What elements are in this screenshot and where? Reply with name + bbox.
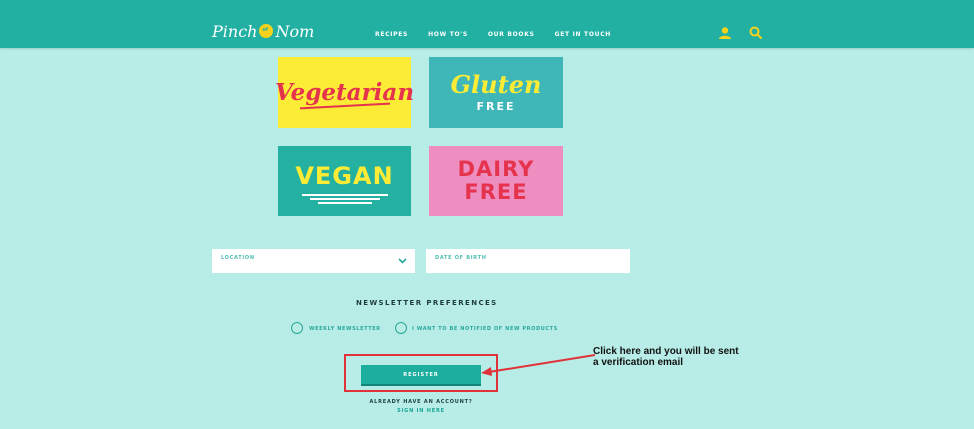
annotation-arrow bbox=[481, 354, 596, 376]
user-icon[interactable] bbox=[718, 26, 732, 40]
logo-mark-text: of bbox=[262, 27, 269, 33]
tile-dairy-line1: DAIRY bbox=[457, 157, 535, 181]
logo[interactable]: Pinch of Nom bbox=[212, 22, 314, 42]
chevron-down-icon[interactable] bbox=[398, 258, 407, 264]
tile-vegetarian-label: Vegetarian bbox=[274, 78, 415, 106]
dob-label: DATE OF BIRTH bbox=[435, 255, 487, 261]
weekly-newsletter-radio[interactable] bbox=[291, 322, 303, 334]
weekly-newsletter-label[interactable]: WEEKLY NEWSLETTER bbox=[309, 326, 381, 333]
search-icon[interactable] bbox=[749, 26, 762, 39]
nav-how-tos[interactable]: HOW TO'S bbox=[428, 31, 468, 39]
annotation-highlight-box bbox=[344, 354, 498, 392]
logo-text-right: Nom bbox=[275, 22, 315, 41]
location-select[interactable]: LOCATION bbox=[212, 249, 415, 273]
tile-vegan[interactable]: VEGAN bbox=[278, 146, 411, 216]
annotation-line-1: Click here and you will be sent bbox=[593, 346, 739, 357]
new-products-label[interactable]: I WANT TO BE NOTIFIED OF NEW PRODUCTS bbox=[412, 326, 558, 333]
tile-dairy-free[interactable]: DAIRY FREE bbox=[429, 146, 563, 216]
newsletter-title: NEWSLETTER PREFERENCES bbox=[356, 299, 498, 307]
tile-dairy-line2: FREE bbox=[464, 180, 528, 204]
main-nav: RECIPES HOW TO'S OUR BOOKS GET IN TOUCH bbox=[375, 31, 611, 39]
account-prompt: ALREADY HAVE AN ACCOUNT? bbox=[369, 399, 473, 405]
annotation-text: Click here and you will be sent a verifi… bbox=[593, 346, 763, 368]
tile-gluten-sub: FREE bbox=[476, 100, 516, 113]
nav-recipes[interactable]: RECIPES bbox=[375, 31, 408, 39]
sign-in-link[interactable]: SIGN IN HERE bbox=[340, 408, 502, 415]
tile-gluten-label: Gluten bbox=[450, 70, 542, 99]
tile-vegetarian[interactable]: Vegetarian bbox=[274, 57, 415, 128]
new-products-radio[interactable] bbox=[395, 322, 407, 334]
logo-text-left: Pinch bbox=[212, 22, 258, 41]
top-nav-bar: Pinch of Nom RECIPES HOW TO'S OUR BOOKS … bbox=[0, 0, 974, 48]
location-label: LOCATION bbox=[221, 255, 255, 261]
logo-mark: of bbox=[259, 24, 274, 38]
nav-get-in-touch[interactable]: GET IN TOUCH bbox=[555, 31, 611, 39]
date-of-birth-field[interactable]: DATE OF BIRTH bbox=[426, 249, 630, 273]
tile-vegan-label: VEGAN bbox=[295, 162, 394, 190]
annotation-line-2: a verification email bbox=[593, 357, 684, 368]
tile-gluten-free[interactable]: Gluten FREE bbox=[429, 57, 563, 128]
tile-vegan-lines bbox=[301, 192, 388, 204]
nav-our-books[interactable]: OUR BOOKS bbox=[488, 31, 535, 39]
